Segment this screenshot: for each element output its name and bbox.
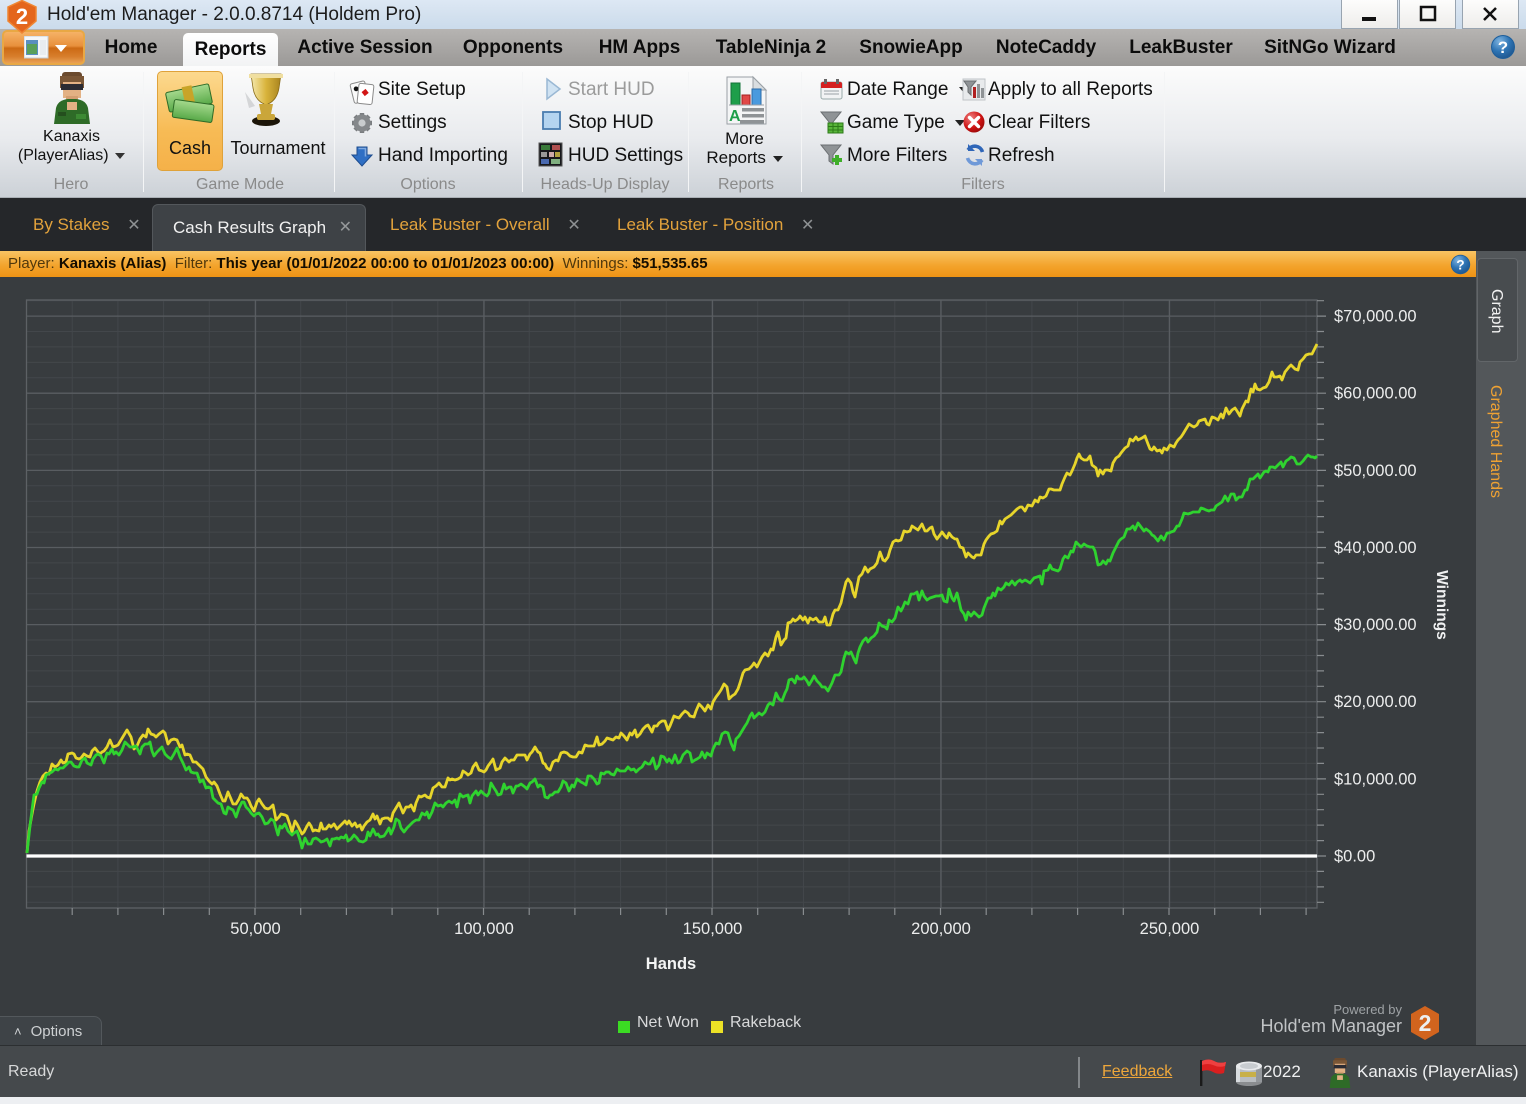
svg-text:?: ? [1498,38,1508,57]
svg-text:Winnings: Winnings [1433,570,1450,640]
svg-text:$70,000.00: $70,000.00 [1334,308,1417,326]
svg-text:?: ? [1456,257,1464,272]
svg-text:100,000: 100,000 [454,920,514,938]
svg-text:2: 2 [16,4,28,29]
svg-text:A: A [729,108,741,125]
svg-text:$0.00: $0.00 [1334,848,1375,866]
svg-text:Hands: Hands [646,955,696,973]
svg-text:$60,000.00: $60,000.00 [1334,385,1417,403]
svg-text:$10,000.00: $10,000.00 [1334,770,1417,788]
svg-text:2: 2 [1419,1010,1432,1036]
svg-text:$40,000.00: $40,000.00 [1334,539,1417,557]
svg-text:250,000: 250,000 [1140,920,1200,938]
svg-text:150,000: 150,000 [683,920,743,938]
svg-text:$20,000.00: $20,000.00 [1334,693,1417,711]
svg-text:200,000: 200,000 [911,920,971,938]
svg-text:$30,000.00: $30,000.00 [1334,616,1417,634]
svg-text:$50,000.00: $50,000.00 [1334,462,1417,480]
svg-text:50,000: 50,000 [230,920,280,938]
